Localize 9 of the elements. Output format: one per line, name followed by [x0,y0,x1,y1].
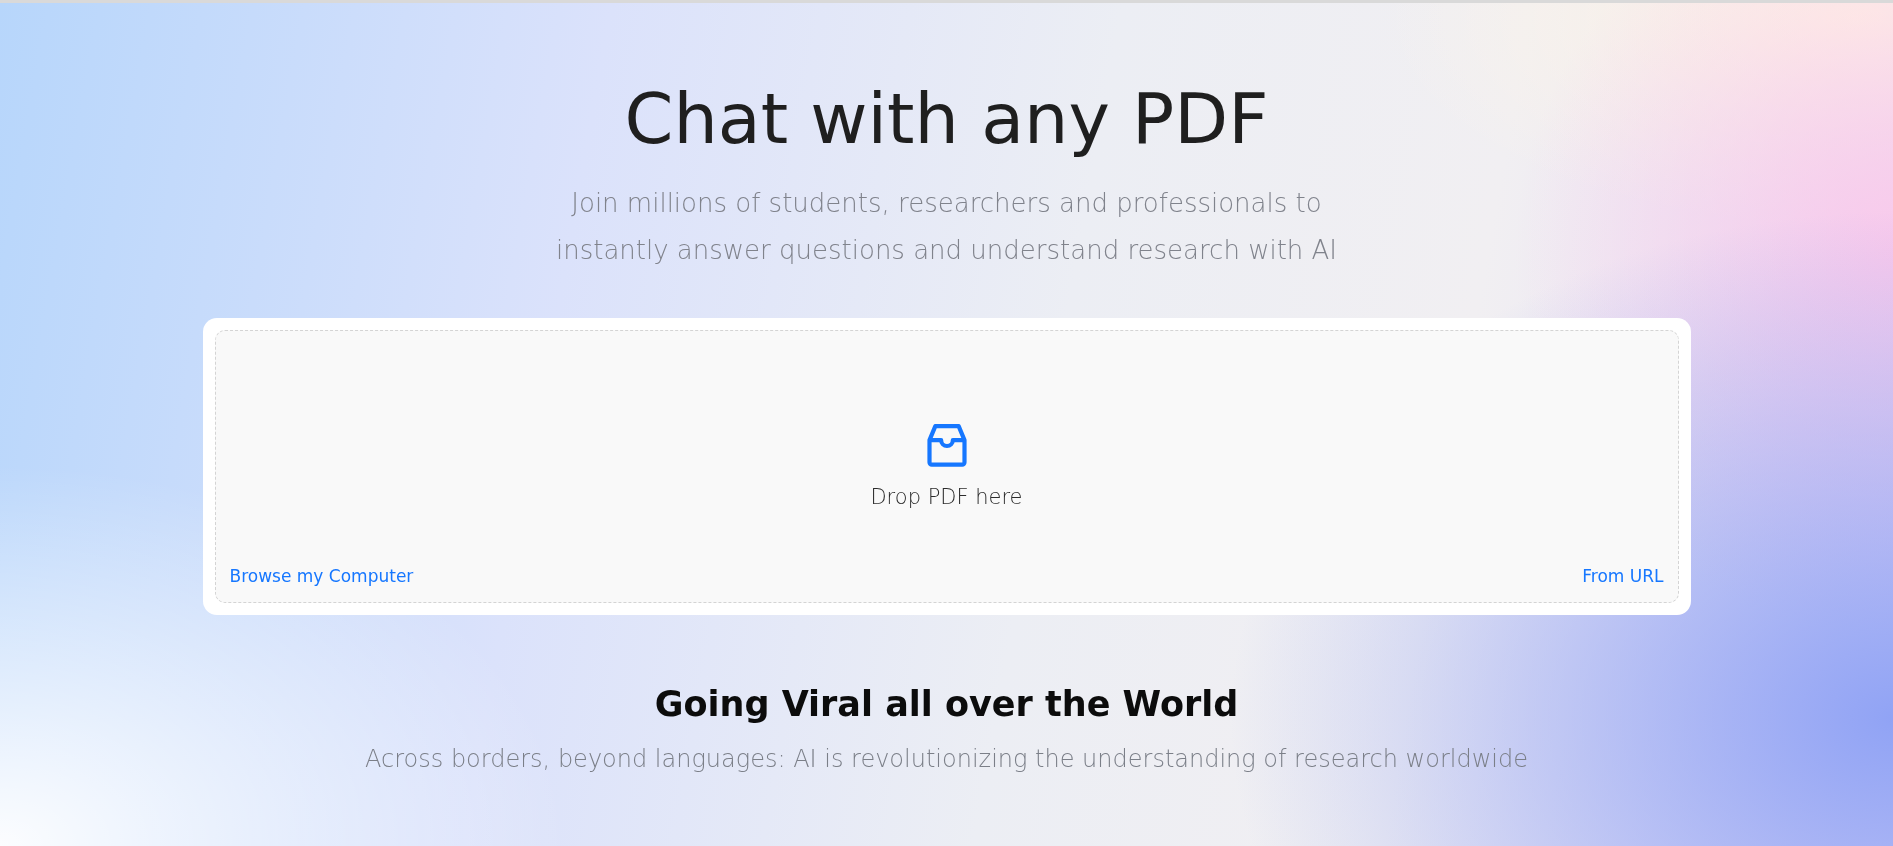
drop-zone[interactable]: Drop PDF here Browse my Computer From URL [214,329,1679,603]
drop-prompt: Drop PDF here [870,483,1023,511]
browse-link[interactable]: Browse my Computer [229,564,414,590]
subtitle-line: instantly answer questions and understand research with AI [555,233,1338,267]
section-title: Going Viral all over the World [654,682,1239,725]
url-link[interactable]: From URL [1582,564,1664,590]
subtitle-line: Join millions of students, researchers and professionals to [571,187,1322,220]
section-subtitle: Across borders, beyond languages: AI is revolutionizing the understanding of research worldwide [365,743,1528,775]
page-title: Chat with any PDF [624,81,1269,158]
